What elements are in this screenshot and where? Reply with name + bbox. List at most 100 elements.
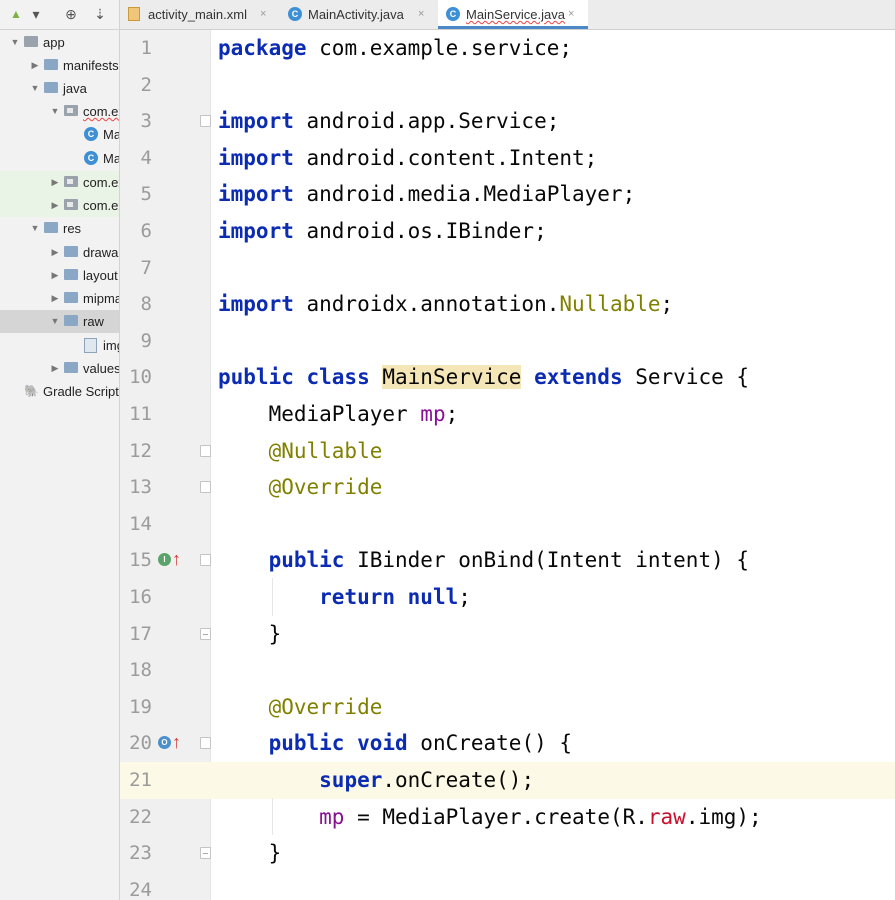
tab-label: activity_main.xml: [148, 7, 247, 22]
code-editor[interactable]: 1 package com.example.service; 2 3 import an…: [120, 30, 895, 900]
tree-item-raw[interactable]: ▼ raw: [0, 310, 119, 333]
code-line[interactable]: 20 O ↑ public void onCreate() {: [120, 725, 895, 762]
code-line[interactable]: 24: [120, 872, 895, 900]
collapse-arrow-icon[interactable]: ▶: [50, 357, 60, 380]
code-line[interactable]: 22 mp = MediaPlayer.create(R.raw.img);: [120, 799, 895, 836]
close-tab-icon[interactable]: ×: [260, 0, 266, 29]
folder-icon: [44, 59, 58, 70]
fold-marker-icon[interactable]: [200, 115, 211, 128]
code-token: MediaPlayer: [218, 402, 421, 426]
folder-icon: [44, 222, 58, 233]
code-line[interactable]: 8 import androidx.annotation.Nullable;: [120, 286, 895, 323]
code-line[interactable]: 2: [120, 67, 895, 104]
line-number: 23: [129, 842, 152, 865]
code-text: MediaPlayer mp;: [218, 396, 459, 433]
tree-item-gradle-scripts[interactable]: 🐘 Gradle Scripts: [0, 380, 119, 403]
code-token: import: [218, 109, 294, 134]
line-number: 4: [140, 146, 152, 169]
code-token: ;: [445, 402, 459, 426]
fold-marker-icon[interactable]: [200, 444, 211, 457]
tree-item-img[interactable]: img: [0, 334, 119, 357]
code-line[interactable]: 16 return null;: [120, 579, 895, 616]
code-token: @Override: [268, 694, 383, 719]
class-icon: C: [446, 7, 460, 21]
code-token: android.os.IBinder;: [293, 219, 547, 243]
close-tab-icon[interactable]: ×: [418, 0, 424, 29]
tree-item-app[interactable]: ▼ app: [0, 31, 119, 54]
close-tab-icon[interactable]: ×: [568, 0, 574, 29]
tree-item-manifests[interactable]: ▶ manifests: [0, 54, 119, 77]
code-token: public: [268, 548, 345, 573]
locate-file-icon[interactable]: ⊕: [62, 5, 80, 23]
code-line[interactable]: 17 }: [120, 616, 895, 653]
class-icon: C: [288, 7, 302, 21]
expand-arrow-icon[interactable]: ▼: [50, 310, 60, 333]
collapse-arrow-icon[interactable]: ▶: [50, 264, 60, 287]
tree-item-layout[interactable]: ▶ layout: [0, 264, 119, 287]
code-line[interactable]: 11 MediaPlayer mp;: [120, 396, 895, 433]
expand-arrow-icon[interactable]: ▼: [30, 77, 40, 100]
collapse-arrow-icon[interactable]: ▶: [50, 171, 60, 194]
collapse-arrow-icon[interactable]: ▶: [30, 54, 40, 77]
tree-item-mai[interactable]: C Mai: [0, 123, 119, 146]
code-text: }: [218, 616, 282, 653]
view-dropdown-icon[interactable]: ▾: [30, 5, 42, 23]
code-line[interactable]: 4 import android.content.Intent;: [120, 140, 895, 177]
code-line[interactable]: 21 super.onCreate();: [120, 762, 895, 799]
fold-marker-icon[interactable]: [200, 847, 211, 860]
collapse-settings-icon[interactable]: ⇣: [92, 5, 108, 23]
collapse-arrow-icon[interactable]: ▶: [50, 241, 60, 264]
code-line[interactable]: 19 @Override: [120, 689, 895, 726]
code-line[interactable]: 9: [120, 323, 895, 360]
code-line[interactable]: 23 }: [120, 835, 895, 872]
tree-item-drawabl[interactable]: ▶ drawabl: [0, 241, 119, 264]
code-line[interactable]: 18: [120, 652, 895, 689]
tab-mainservice-java[interactable]: C MainService.java ×: [438, 0, 588, 29]
fold-marker-icon[interactable]: [200, 481, 211, 494]
code-token: import: [218, 292, 294, 317]
fold-marker-icon[interactable]: [200, 627, 211, 640]
tree-item-label: com.ex: [83, 175, 119, 190]
code-line[interactable]: 1 package com.example.service;: [120, 30, 895, 67]
code-line[interactable]: 6 import android.os.IBinder;: [120, 213, 895, 250]
class-icon: C: [84, 151, 98, 165]
overrides-icon[interactable]: O: [158, 736, 171, 750]
line-number: 18: [129, 659, 152, 682]
fold-marker-icon[interactable]: [200, 554, 211, 567]
code-text: import android.content.Intent;: [218, 140, 597, 177]
tab-activity-main-xml[interactable]: activity_main.xml ×: [120, 0, 278, 29]
code-line[interactable]: 7: [120, 250, 895, 287]
code-line[interactable]: 14: [120, 506, 895, 543]
tree-item-values[interactable]: ▶ values: [0, 357, 119, 380]
implements-icon[interactable]: I: [158, 553, 171, 567]
tree-item-com-ex[interactable]: ▶ com.ex: [0, 171, 119, 194]
tree-item-com-ex[interactable]: ▶ com.ex: [0, 194, 119, 217]
tree-item-label: mipmap: [83, 291, 119, 306]
code-line[interactable]: 12 @Nullable: [120, 433, 895, 470]
line-number: 1: [140, 37, 152, 59]
collapse-arrow-icon[interactable]: ▶: [50, 287, 60, 310]
tree-item-mipmap[interactable]: ▶ mipmap: [0, 287, 119, 310]
tab-mainactivity-java[interactable]: C MainActivity.java ×: [280, 0, 436, 29]
module-icon: [24, 36, 38, 47]
expand-arrow-icon[interactable]: ▼: [30, 217, 40, 240]
code-line[interactable]: 5 import android.media.MediaPlayer;: [120, 176, 895, 213]
code-line[interactable]: 10 public class MainService extends Servi…: [120, 359, 895, 396]
tree-item-mai[interactable]: C Mai: [0, 147, 119, 170]
collapse-arrow-icon[interactable]: ▶: [50, 194, 60, 217]
expand-arrow-icon[interactable]: ▼: [50, 100, 60, 123]
tree-item-label: res: [63, 221, 82, 236]
navigate-super-arrow-icon[interactable]: ↑: [172, 547, 181, 571]
android-view-icon[interactable]: ▲: [8, 5, 24, 23]
navigate-super-arrow-icon[interactable]: ↑: [172, 730, 181, 754]
code-token: mp: [319, 804, 345, 829]
expand-arrow-icon[interactable]: ▼: [10, 31, 20, 54]
tree-item-com-ex[interactable]: ▼ com.ex: [0, 100, 119, 123]
code-line[interactable]: 13 @Override: [120, 469, 895, 506]
code-line[interactable]: 3 import android.app.Service;: [120, 103, 895, 140]
tree-item-java[interactable]: ▼ java: [0, 77, 119, 100]
fold-marker-icon[interactable]: [200, 737, 211, 750]
code-line[interactable]: 15 I ↑ public IBinder onBind(Intent intent…: [120, 542, 895, 579]
tree-item-res[interactable]: ▼ res: [0, 217, 119, 240]
tree-item-label: img: [103, 338, 119, 353]
